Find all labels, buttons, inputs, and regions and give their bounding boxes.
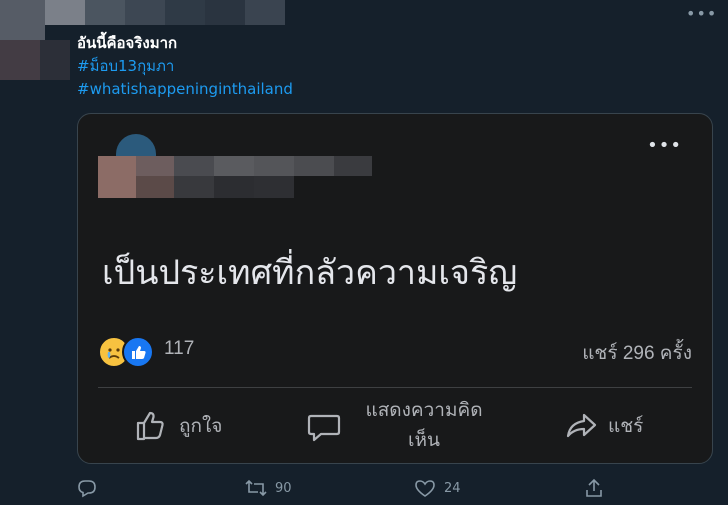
pixelated-page-name [98, 134, 378, 204]
tweet-more-icon[interactable]: ••• [686, 3, 716, 25]
share-tweet-button[interactable] [584, 478, 604, 498]
share-arrow-icon [566, 413, 597, 438]
reply-icon [78, 480, 96, 498]
reaction-count: 117 [164, 338, 195, 359]
share-label: แชร์ [608, 416, 644, 437]
comment-bubble-icon [307, 414, 341, 442]
reply-button[interactable] [77, 478, 105, 498]
post-text: เป็นประเทศที่กลัวความเจริญ [102, 254, 518, 292]
like-button[interactable]: ถูกใจ [133, 394, 222, 458]
embedded-image-card[interactable]: ••• เป็นประเทศที่กลัวความเจริญ 117 แชร์ … [77, 113, 713, 464]
tweet-text: อันนี้คือจริงมาก #ม็อบ13กุมภา #whatishap… [77, 32, 293, 101]
tweet-text-line: อันนี้คือจริงมาก [77, 34, 178, 52]
like-count: 24 [444, 480, 461, 496]
share-count[interactable]: แชร์ 296 ครั้ง [582, 338, 692, 368]
share-button[interactable]: แชร์ [564, 394, 643, 458]
hashtag-link[interactable]: #whatishappeninginthailand [77, 78, 293, 101]
retweet-count: 90 [275, 480, 292, 496]
retweet-button[interactable]: 90 [245, 478, 292, 498]
heart-icon [415, 480, 435, 497]
divider [98, 387, 692, 388]
like-label: ถูกใจ [179, 416, 223, 437]
thumbs-up-icon [136, 411, 164, 441]
hashtag-link[interactable]: #ม็อบ13กุมภา [77, 55, 293, 78]
upload-share-icon [586, 478, 602, 497]
post-more-icon[interactable]: ••• [647, 136, 682, 156]
tweet-action-bar: 90 24 [77, 478, 617, 502]
thumbs-up-icon [122, 336, 154, 368]
like-tweet-button[interactable]: 24 [414, 478, 461, 498]
comment-button[interactable]: แสดงความคิดเห็น [306, 394, 494, 458]
comment-label: แสดงความคิดเห็น [365, 400, 483, 451]
retweet-icon [245, 479, 267, 497]
